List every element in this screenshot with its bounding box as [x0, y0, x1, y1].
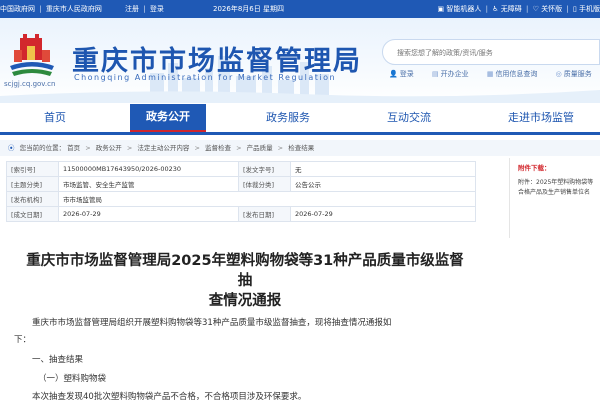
breadcrumb-arrow: > [236, 144, 242, 152]
care-mode-link[interactable]: 关怀版 [541, 5, 562, 13]
current-date: 2026年8月6日 星期四 [213, 5, 284, 13]
quick-link-business[interactable]: ▤ 开办企业 [432, 70, 477, 78]
quick-link-quality[interactable]: ◎ 质量服务 [556, 70, 600, 78]
login-link[interactable]: 登录 [150, 5, 164, 13]
meta-value: 2026-07-29 [58, 206, 239, 222]
cq-gov-link[interactable]: 重庆市人民政府网 [46, 5, 102, 13]
robot-icon: ▣ [437, 5, 445, 13]
meta-value: 无 [290, 161, 476, 177]
breadcrumb-item[interactable]: 法定主动公开内容 [137, 144, 189, 152]
quick-link-quality-label: 质量服务 [563, 70, 592, 78]
article-paragraph: 重庆市市场监督管理局组织开展塑料购物袋等31种产品质量市级监督抽查，现将抽查情况… [32, 318, 392, 328]
breadcrumb-item[interactable]: 监督检查 [205, 144, 231, 152]
breadcrumb-arrow: > [126, 144, 133, 152]
article-title-line1: 重庆市市场监督管理局2025年塑料购物袋等31种产品质量市级监督抽 [26, 253, 464, 289]
meta-key: [索引号] [6, 161, 59, 177]
separator: | [485, 5, 488, 13]
quick-link-login[interactable]: 👤 登录 [389, 70, 422, 78]
search-input[interactable] [383, 41, 599, 65]
site-header: scjgj.cq.gov.cn 重庆市市场监督管理局 Chongqing Adm… [0, 18, 600, 103]
article-title-line2: 查情况通报 [208, 293, 282, 309]
nav-about[interactable]: 走进市场监管 [488, 103, 594, 132]
mobile-icon: ▯ [572, 5, 577, 13]
attachment-sidebar: 附件下载： 附件：2025年塑料购物袋等 合格产品及生产销售单位名 [509, 158, 600, 238]
user-icon: 👤 [389, 70, 398, 78]
breadcrumb-item[interactable]: 产品质量 [247, 144, 273, 152]
breadcrumb-item[interactable]: 检查结果 [288, 144, 314, 152]
article-paragraph: 本次抽查发现40批次塑料购物袋产品不合格，不合格项目涉及环保要求。 [32, 392, 307, 400]
separator: | [143, 5, 146, 13]
meta-key: [成文日期] [6, 206, 59, 222]
breadcrumb-prefix: 您当前的位置： [19, 144, 66, 152]
quick-link-credit-label: 信用信息查询 [495, 70, 538, 78]
meta-key: [主题分类] [6, 176, 59, 192]
site-subtitle: Chongqing Administration for Market Regu… [74, 73, 337, 82]
credit-icon: ▦ [486, 70, 494, 78]
nav-interaction[interactable]: 互动交流 [370, 103, 448, 132]
article-paragraph-cont: 下： [14, 335, 32, 345]
breadcrumb: ⦿ 您当前的位置： 首页 > 政务公开 > 法定主动公开内容 > 监督检查 > … [0, 140, 600, 156]
nav-gov-affairs[interactable]: 政务公开 [130, 104, 206, 132]
breadcrumb-arrow: > [85, 144, 91, 152]
site-domain: scjgj.cq.gov.cn [4, 80, 56, 88]
briefcase-icon: ▤ [431, 70, 439, 78]
section-heading: 一、抽查结果 [32, 355, 84, 365]
location-pin-icon: ⦿ [8, 144, 15, 152]
meta-key: [发文字号] [238, 161, 291, 177]
separator: | [566, 5, 569, 13]
meta-value: 公告公示 [290, 176, 476, 192]
accessibility-icon: ♿ [492, 5, 499, 13]
quick-link-business-label: 开办企业 [440, 70, 469, 78]
attachment-link-continued[interactable]: 合格产品及生产销售单位名 [518, 188, 600, 198]
mobile-link[interactable]: 手机版 [579, 5, 600, 13]
nav-home[interactable]: 首页 [20, 103, 90, 132]
meta-value: 11500000MB17643950/2026-00230 [58, 161, 239, 177]
breadcrumb-arrow: > [194, 144, 200, 152]
separator: | [525, 5, 529, 13]
nav-gov-services[interactable]: 政务服务 [248, 103, 328, 132]
quick-links: 👤 登录 ▤ 开办企业 ▦ 信用信息查询 ◎ 质量服务 [389, 69, 600, 79]
subsection-heading: （一）塑料购物袋 [38, 374, 107, 384]
attachment-title: 附件下载： [518, 164, 551, 172]
attachment-link[interactable]: 附件：2025年塑料购物袋等 [518, 178, 600, 188]
robot-link[interactable]: 智能机器人 [446, 5, 481, 13]
meta-value: 市市场监管局 [58, 191, 476, 207]
separator: | [39, 5, 42, 13]
care-icon: ♡ [532, 5, 539, 13]
article-title: 重庆市市场监督管理局2025年塑料购物袋等31种产品质量市级监督抽 查情况通报 [20, 251, 470, 311]
accessibility-link[interactable]: 无障碍 [501, 5, 522, 13]
register-link[interactable]: 注册 [125, 5, 139, 13]
meta-key: [发布日期] [238, 206, 291, 222]
search-box[interactable] [382, 39, 600, 65]
quick-link-credit[interactable]: ▦ 信用信息查询 [487, 70, 546, 78]
meta-value: 2026-07-29 [290, 206, 476, 222]
quality-icon: ◎ [555, 70, 562, 78]
breadcrumb-arrow: > [277, 144, 284, 152]
meta-key: [发布机构] [6, 191, 59, 207]
meta-value: 市场监管、安全生产监管 [58, 176, 239, 192]
table-row: [索引号] 11500000MB17643950/2026-00230 [发文字… [6, 161, 476, 177]
main-nav: 首页 政务公开 政务服务 互动交流 走进市场监管 [0, 103, 600, 135]
document-meta-table: [索引号] 11500000MB17643950/2026-00230 [发文字… [6, 161, 476, 222]
table-row: [主题分类] 市场监管、安全生产监管 [体裁分类] 公告公示 [6, 176, 476, 192]
breadcrumb-item[interactable]: 政务公开 [96, 144, 122, 152]
top-utility-bar: 中国政府网 | 重庆市人民政府网 注册 | 登录 2026年8月6日 星期四 ▣… [0, 0, 600, 18]
gov-link[interactable]: 中国政府网 [0, 5, 35, 13]
quick-link-login-label: 登录 [399, 70, 414, 78]
table-row: [成文日期] 2026-07-29 [发布日期] 2026-07-29 [6, 206, 476, 222]
table-row: [发布机构] 市市场监管局 [6, 191, 476, 207]
meta-key: [体裁分类] [238, 176, 291, 192]
breadcrumb-item[interactable]: 首页 [67, 144, 80, 152]
